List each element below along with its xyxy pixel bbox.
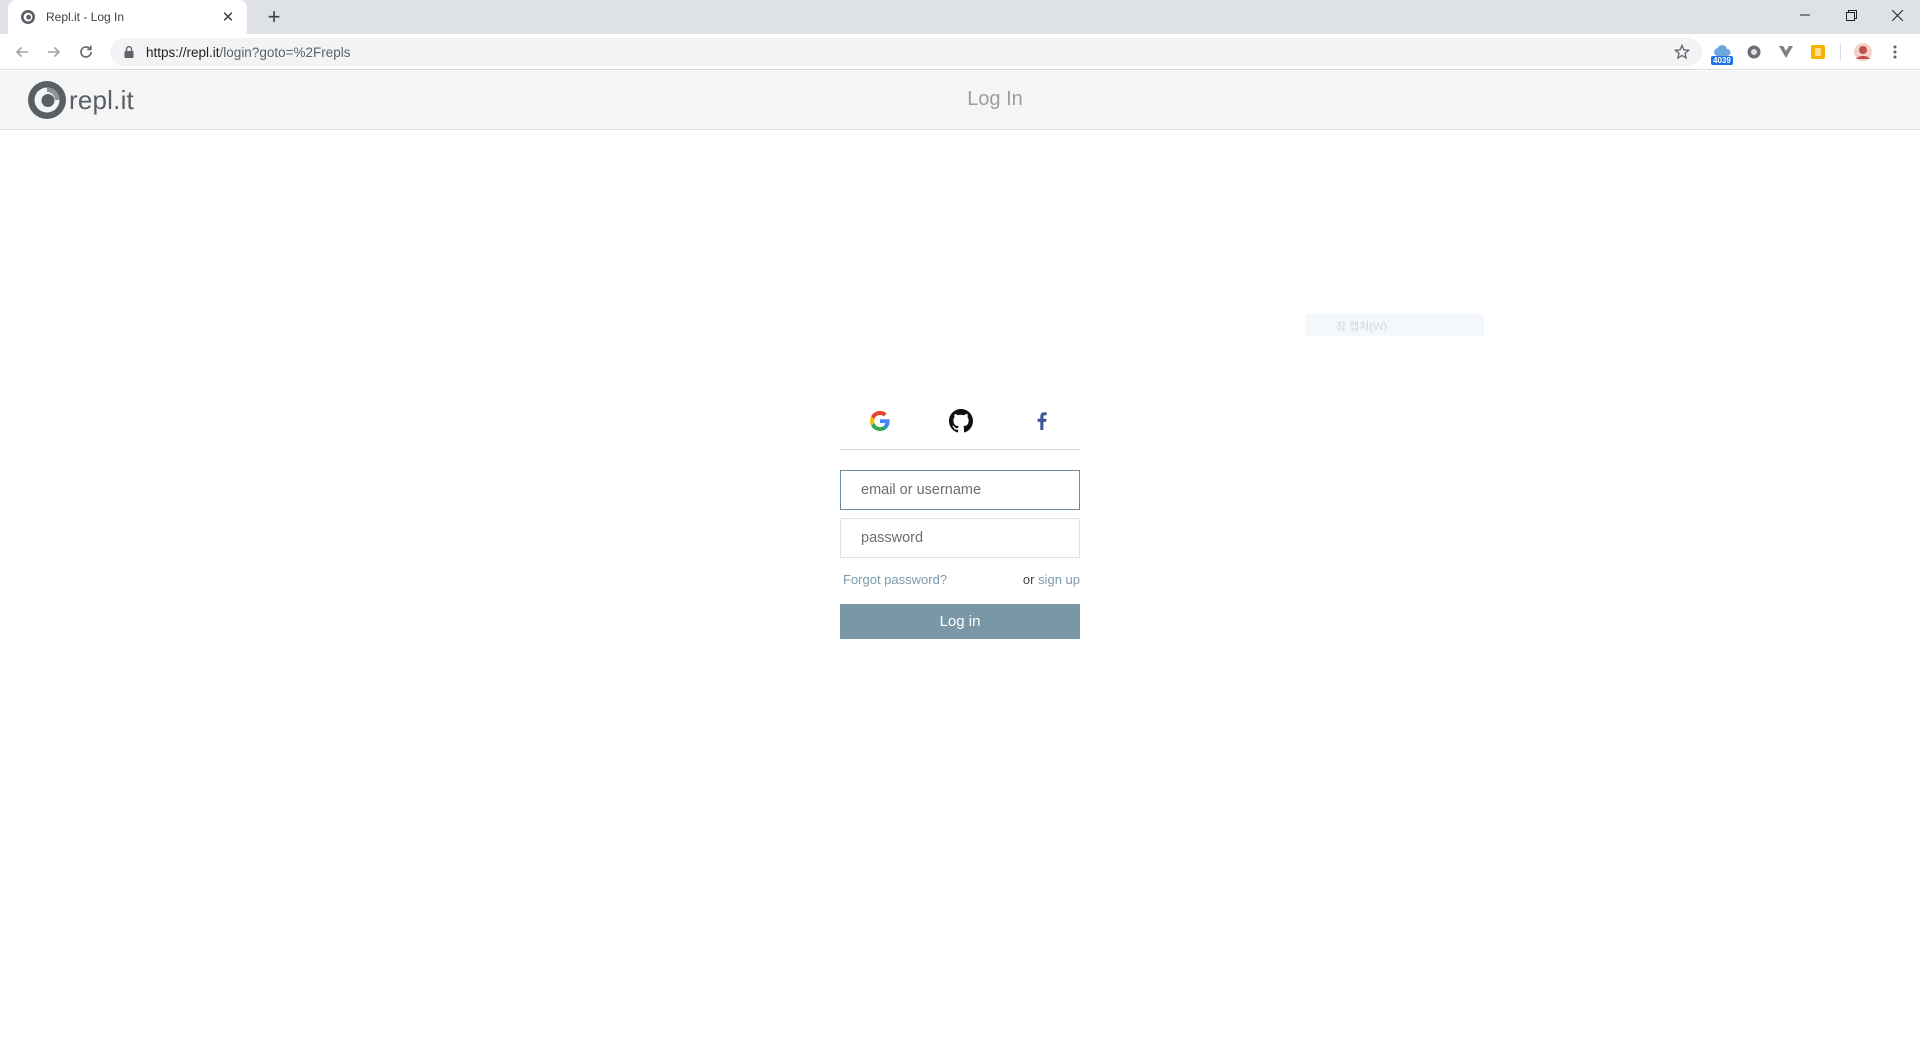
close-window-icon[interactable]: [1874, 0, 1920, 30]
form-links: Forgot password? or sign up: [840, 572, 1080, 587]
new-tab-button[interactable]: +: [260, 4, 288, 29]
github-login-button[interactable]: [947, 407, 975, 435]
page-title: Log In: [967, 88, 1023, 110]
lock-icon: [124, 46, 134, 58]
forward-icon[interactable]: [40, 38, 68, 66]
extension-badge: 4039: [1711, 56, 1733, 65]
restore-icon[interactable]: [1828, 0, 1874, 30]
browser-toolbar: https://repl.it/login?goto=%2Frepls 4039: [0, 34, 1920, 70]
log-in-button[interactable]: Log in: [840, 604, 1080, 639]
capture-hint: 창 캡처(W): [1306, 314, 1484, 336]
window-controls: [1782, 0, 1920, 30]
email-username-input[interactable]: [840, 470, 1080, 510]
social-login-row: [840, 395, 1080, 450]
facebook-login-button[interactable]: [1028, 407, 1056, 435]
facebook-icon: [1037, 412, 1047, 430]
signup-group: or sign up: [1023, 572, 1080, 587]
sign-up-link[interactable]: sign up: [1038, 572, 1080, 587]
login-form: Forgot password? or sign up Log in: [840, 395, 1080, 639]
vue-extension-icon[interactable]: [1774, 40, 1798, 64]
back-icon[interactable]: [8, 38, 36, 66]
url-host: https://repl.it: [146, 44, 220, 60]
tab-strip: Repl.it - Log In ✕ +: [0, 0, 1920, 34]
url-path: /login?goto=%2Frepls: [219, 44, 351, 60]
password-input[interactable]: [840, 518, 1080, 558]
browser-tab[interactable]: Repl.it - Log In ✕: [8, 0, 247, 34]
profile-avatar[interactable]: [1851, 40, 1875, 64]
extensions-area: 4039: [1710, 38, 1907, 66]
cloud-extension-icon[interactable]: 4039: [1710, 40, 1734, 65]
browser-menu-icon[interactable]: [1883, 40, 1907, 64]
tab-close-icon[interactable]: ✕: [219, 8, 237, 26]
google-login-button[interactable]: [866, 407, 894, 435]
replit-favicon-icon: [21, 10, 35, 24]
site-header: repl.it Log In: [0, 71, 1920, 130]
minimize-icon[interactable]: [1782, 0, 1828, 30]
google-icon: [870, 411, 890, 431]
or-label: or: [1022, 572, 1035, 587]
url-text: https://repl.it/login?goto=%2Frepls: [146, 45, 351, 60]
tab-title: Repl.it - Log In: [46, 10, 125, 24]
github-icon: [949, 409, 973, 433]
toolbar-separator: [1840, 43, 1841, 61]
reload-icon[interactable]: [72, 38, 100, 66]
shield-extension-icon[interactable]: [1742, 40, 1766, 64]
address-bar[interactable]: https://repl.it/login?goto=%2Frepls: [110, 38, 1702, 66]
forgot-password-link[interactable]: Forgot password?: [843, 572, 947, 587]
note-extension-icon[interactable]: [1806, 40, 1830, 64]
bookmark-star-icon[interactable]: [1674, 44, 1690, 60]
